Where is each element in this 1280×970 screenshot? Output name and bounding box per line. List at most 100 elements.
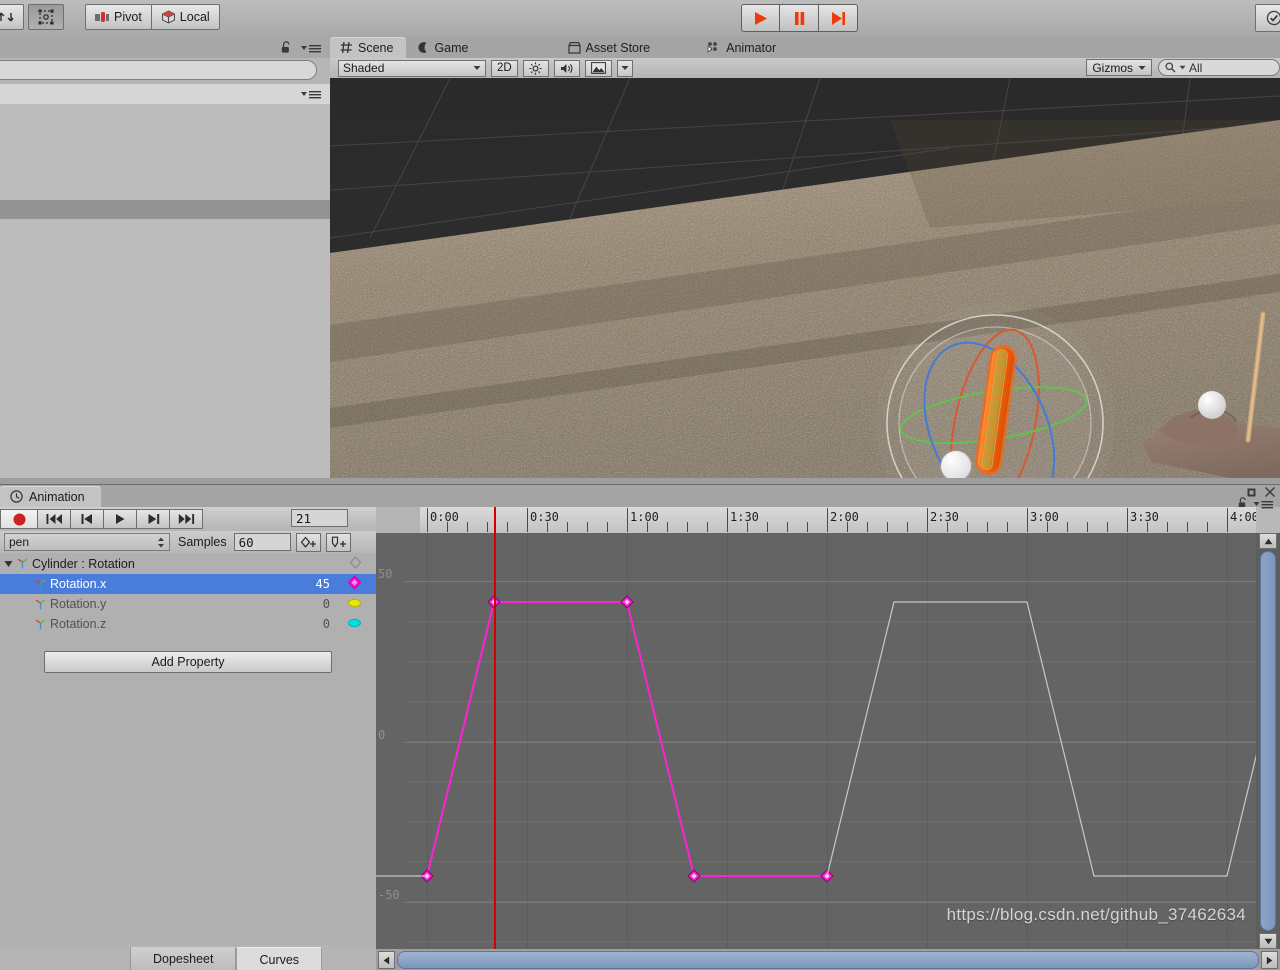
scroll-left-button[interactable] [378,951,395,969]
curve-vertical-scrollbar[interactable] [1256,533,1280,949]
rect-tool-button[interactable] [28,4,64,30]
ruler-tick-label: 2:30 [930,510,959,524]
local-label: Local [179,10,210,24]
audio-toggle-button[interactable] [553,59,580,77]
menu-glyph [1253,500,1273,508]
tab-scene[interactable]: Scene [330,37,407,58]
lock-icon[interactable] [281,41,292,57]
property-value[interactable]: 0 [323,597,330,611]
expand-triangle-icon[interactable] [4,559,13,568]
curve-editor[interactable]: 50 0 -50 https://blog.csdn.net/github_3746… [376,533,1256,949]
first-keyframe-button[interactable] [38,509,71,529]
curve-horizontal-scrollbar[interactable] [376,949,1280,970]
current-frame-field[interactable]: 21 [291,509,348,527]
samples-field[interactable]: 60 [233,533,291,551]
property-row-rotation-x[interactable]: Rotation.x 45 [0,574,376,594]
scene-search-input[interactable]: All [1158,59,1280,76]
playhead-line[interactable] [494,533,496,949]
clip-selector-dropdown[interactable]: pen [4,533,170,551]
keyframe-ellipse-icon [348,618,361,628]
tab-curves[interactable]: Curves [236,947,323,970]
tab-dopesheet[interactable]: Dopesheet [130,947,237,970]
pivot-toggle-button[interactable]: Pivot [85,4,152,30]
ruler-minor-tick [907,522,908,532]
local-toggle-button[interactable]: Local [151,4,220,30]
playhead-handle[interactable] [494,507,496,533]
horizontal-scroll-thumb[interactable] [397,951,1259,969]
fx-dropdown-button[interactable] [616,59,633,77]
ruler-minor-tick [607,522,608,532]
scroll-up-button[interactable] [1259,533,1277,549]
tab-dopesheet-label: Dopesheet [153,952,214,966]
ruler-minor-tick [507,522,508,532]
ruler-minor-tick [667,522,668,532]
tab-game[interactable]: Game [406,37,481,58]
timeline-ruler[interactable]: 0:00 0:30 1:00 1:30 2:00 2:30 3:00 3:30 4:00 [376,507,1256,534]
property-row-rotation-y[interactable]: Rotation.y 0 [0,594,376,614]
main-toolbar: Pivot Local [0,0,1280,37]
first-key-icon [46,514,62,524]
ruler-minor-tick [707,522,708,532]
speaker-icon [560,63,573,73]
scene-search-placeholder: All [1189,60,1203,75]
prev-keyframe-button[interactable] [71,509,104,529]
rotate-tool-icon [0,12,14,22]
keyframe-diamond-icon [349,555,362,569]
step-icon [831,11,845,25]
scroll-down-button[interactable] [1259,933,1277,949]
property-label: Rotation.x [50,577,107,591]
keyframe-toggle[interactable] [347,617,362,631]
ruler-minor-tick [967,522,968,532]
tab-asset-store[interactable]: Asset Store [558,37,664,58]
add-property-button[interactable]: Add Property [44,651,332,673]
collab-button[interactable] [1255,4,1280,32]
step-button[interactable] [819,4,858,32]
hierarchy-list[interactable] [0,104,330,478]
rotate-tool-button[interactable] [0,4,24,30]
hierarchy-options-icon[interactable] [300,88,322,102]
scene-tabbar: Scene Game Asset Store Animator [330,36,1280,58]
menu-icon[interactable] [1253,498,1274,512]
add-keyframe-button[interactable] [295,532,321,552]
record-button[interactable] [0,509,38,529]
toggle-2d-button[interactable]: 2D [491,59,518,77]
play-animation-button[interactable] [104,509,137,529]
chevron-right-icon [1266,956,1273,964]
ruler-tick-label: 0:00 [430,510,459,524]
tab-curves-label: Curves [259,952,300,967]
pause-button[interactable] [780,4,819,32]
tab-animation[interactable]: Animation [0,486,101,507]
tab-animator[interactable]: Animator [697,37,789,58]
lighting-toggle-button[interactable] [522,59,549,77]
property-group-row[interactable]: Cylinder : Rotation [0,553,376,574]
property-value[interactable]: 45 [316,577,330,591]
scroll-right-button[interactable] [1261,951,1278,969]
property-row-rotation-z[interactable]: Rotation.z 0 [0,614,376,634]
shading-mode-dropdown[interactable]: Shaded [338,59,486,77]
ruler-tick-label: 1:30 [730,510,759,524]
ruler-tick-label: 0:30 [530,510,559,524]
record-icon [13,513,25,525]
add-event-icon [331,536,346,548]
fx-toggle-button[interactable] [584,59,612,77]
gizmos-dropdown[interactable]: Gizmos [1086,59,1152,76]
keyframe-toggle[interactable] [347,597,362,611]
scene-viewport[interactable] [330,78,1280,478]
panel-menu-icon[interactable] [300,42,322,56]
ruler-minor-tick [647,522,648,532]
hierarchy-header [0,36,330,58]
hierarchy-selected-row[interactable] [0,200,330,219]
vertical-scroll-thumb[interactable] [1260,551,1276,931]
keyframe-toggle[interactable] [347,575,362,593]
hierarchy-search-input[interactable] [0,60,317,80]
play-button[interactable] [741,4,780,32]
add-event-button[interactable] [325,532,351,552]
next-keyframe-button[interactable] [137,509,170,529]
group-key-indicator[interactable] [349,555,362,572]
last-keyframe-button[interactable] [170,509,203,529]
ruler-minor-tick [887,522,888,532]
property-value[interactable]: 0 [323,617,330,631]
ruler-tick-label: 3:00 [1030,510,1059,524]
scene-toolbar: Shaded 2D Gizmos All [330,58,1280,79]
collab-check-icon [1266,10,1280,26]
